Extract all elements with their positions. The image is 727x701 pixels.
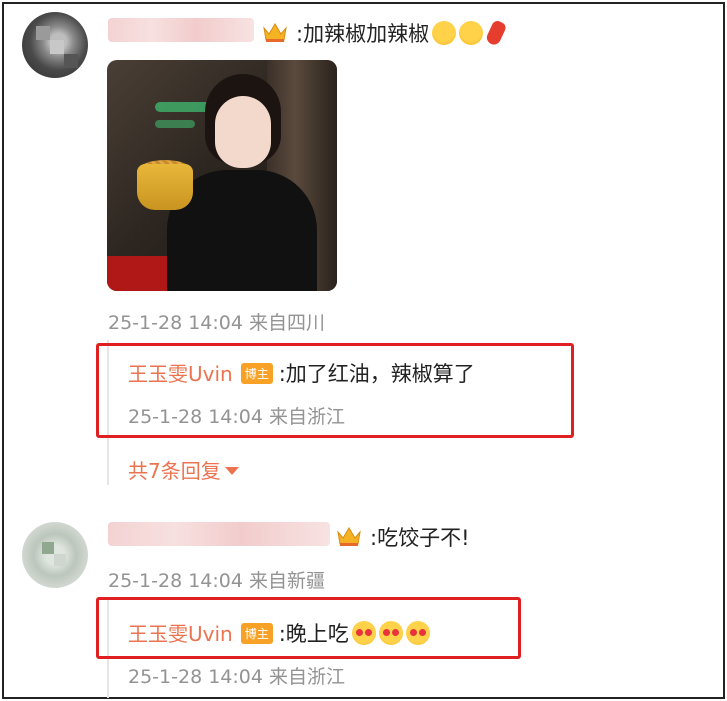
crown-icon <box>337 527 361 546</box>
caret-down-icon <box>224 467 239 475</box>
commenter-1-name-blurred[interactable] <box>108 18 254 42</box>
reply-2-time: 25-1-28 14:04 来自浙江 <box>128 666 345 688</box>
commenter-2-name-blurred[interactable] <box>108 522 330 546</box>
more-replies-link[interactable]: 共7条回复 <box>128 455 239 484</box>
reply-1-time: 25-1-28 14:04 来自浙江 <box>128 406 345 428</box>
comment-1-text: :加辣椒加辣椒 <box>296 18 508 48</box>
heart-eyes-emoji <box>351 621 376 645</box>
hug-emoji <box>432 21 457 45</box>
comment-1-photo[interactable] <box>107 60 337 291</box>
heart-eyes-emoji <box>405 621 430 645</box>
reply-1-author[interactable]: 王玉雯Uvin <box>128 362 233 386</box>
commenter-1-avatar[interactable] <box>22 12 88 78</box>
reply-1-line: 王玉雯Uvin 博主:加了红油，辣椒算了 <box>128 358 475 388</box>
blogger-badge: 博主 <box>240 623 273 644</box>
reply-2-line: 王玉雯Uvin 博主:晚上吃 <box>128 618 430 648</box>
hug-emoji <box>459 21 484 45</box>
blogger-badge: 博主 <box>240 363 273 384</box>
reply-1-text: :加了红油，辣椒算了 <box>278 362 475 386</box>
reply-2-author[interactable]: 王玉雯Uvin <box>128 622 233 646</box>
comment-2-time: 25-1-28 14:04 来自新疆 <box>108 570 325 592</box>
comment-1-time: 25-1-28 14:04 来自四川 <box>108 312 325 334</box>
commenter-2-avatar[interactable] <box>22 522 88 588</box>
reply-2-text: :晚上吃 <box>278 622 349 646</box>
crown-icon <box>263 23 287 42</box>
heart-eyes-emoji <box>378 621 403 645</box>
comment-2-text: :吃饺子不! <box>370 526 470 550</box>
